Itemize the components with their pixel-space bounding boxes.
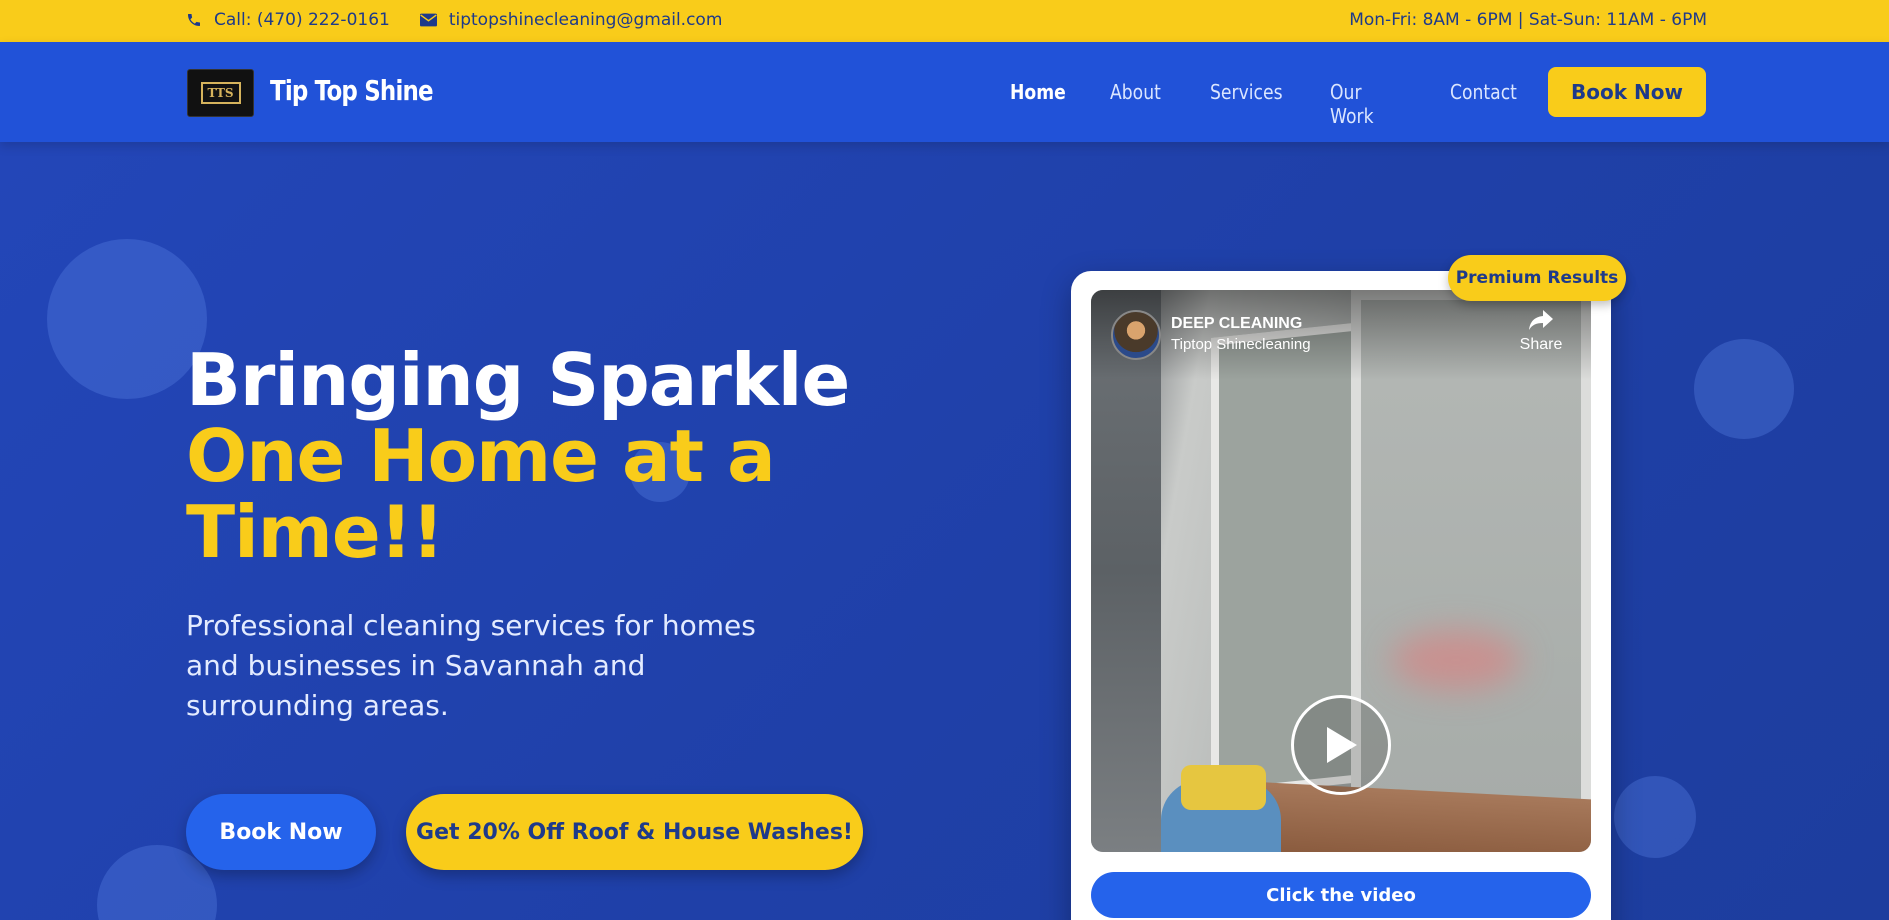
decorative-bubble	[47, 239, 207, 399]
nav-about[interactable]: About	[1110, 80, 1161, 128]
email-text: tiptopshinecleaning@gmail.com	[448, 10, 723, 30]
top-info-bar: Call: (470) 222-0161 tiptopshinecleaning…	[0, 0, 1889, 42]
video-title[interactable]: DEEP CLEANING	[1171, 315, 1302, 333]
phone-link[interactable]: Call: (470) 222-0161	[186, 10, 390, 30]
share-icon	[1529, 310, 1553, 330]
play-button[interactable]	[1291, 695, 1391, 795]
email-link[interactable]: tiptopshinecleaning@gmail.com	[419, 10, 723, 30]
nav-links: Home About Services Our Work Contact	[1010, 80, 1570, 128]
envelope-icon	[419, 13, 437, 27]
main-navbar: TTS Tip Top Shine Home About Services Ou…	[0, 42, 1889, 142]
decorative-bubble	[1694, 339, 1794, 439]
nav-services[interactable]: Services	[1210, 80, 1283, 128]
nav-book-now-button[interactable]: Book Now	[1548, 67, 1706, 117]
hero-heading-highlight: One Home at a Time!!	[186, 414, 776, 574]
contact-info: Call: (470) 222-0161 tiptopshinecleaning…	[186, 10, 752, 30]
nav-contact[interactable]: Contact	[1450, 80, 1517, 128]
nav-home[interactable]: Home	[1010, 80, 1066, 128]
premium-results-badge: Premium Results	[1448, 255, 1626, 301]
share-label: Share	[1519, 336, 1563, 353]
phone-icon	[188, 14, 200, 26]
share-button[interactable]: Share	[1513, 308, 1569, 354]
hero-section: Bringing Sparkle One Home at a Time!! Pr…	[0, 142, 1889, 920]
brand-name[interactable]: Tip Top Shine	[270, 74, 434, 107]
video-channel-name[interactable]: Tiptop Shinecleaning	[1171, 336, 1311, 353]
hero-book-now-button[interactable]: Book Now	[186, 794, 376, 870]
discount-offer-button[interactable]: Get 20% Off Roof & House Washes!	[406, 794, 863, 870]
logo-mark: TTS	[200, 82, 241, 104]
decorative-bubble	[1614, 776, 1696, 858]
click-video-button[interactable]: Click the video	[1091, 872, 1591, 918]
play-icon	[1327, 727, 1357, 763]
hero-subtitle: Professional cleaning services for homes…	[186, 609, 756, 722]
hero-heading-line1: Bringing Sparkle	[186, 338, 850, 422]
phone-text: Call: (470) 222-0161	[214, 10, 390, 30]
video-player[interactable]: DEEP CLEANING Tiptop Shinecleaning Share	[1091, 290, 1591, 852]
nav-our-work[interactable]: Our Work	[1330, 80, 1390, 128]
video-card: DEEP CLEANING Tiptop Shinecleaning Share…	[1071, 271, 1611, 920]
logo[interactable]: TTS	[187, 69, 254, 117]
business-hours: Mon-Fri: 8AM - 6PM | Sat-Sun: 11AM - 6PM	[1349, 10, 1707, 30]
hero-heading: Bringing Sparkle One Home at a Time!!	[186, 342, 886, 570]
channel-avatar[interactable]	[1111, 310, 1161, 360]
